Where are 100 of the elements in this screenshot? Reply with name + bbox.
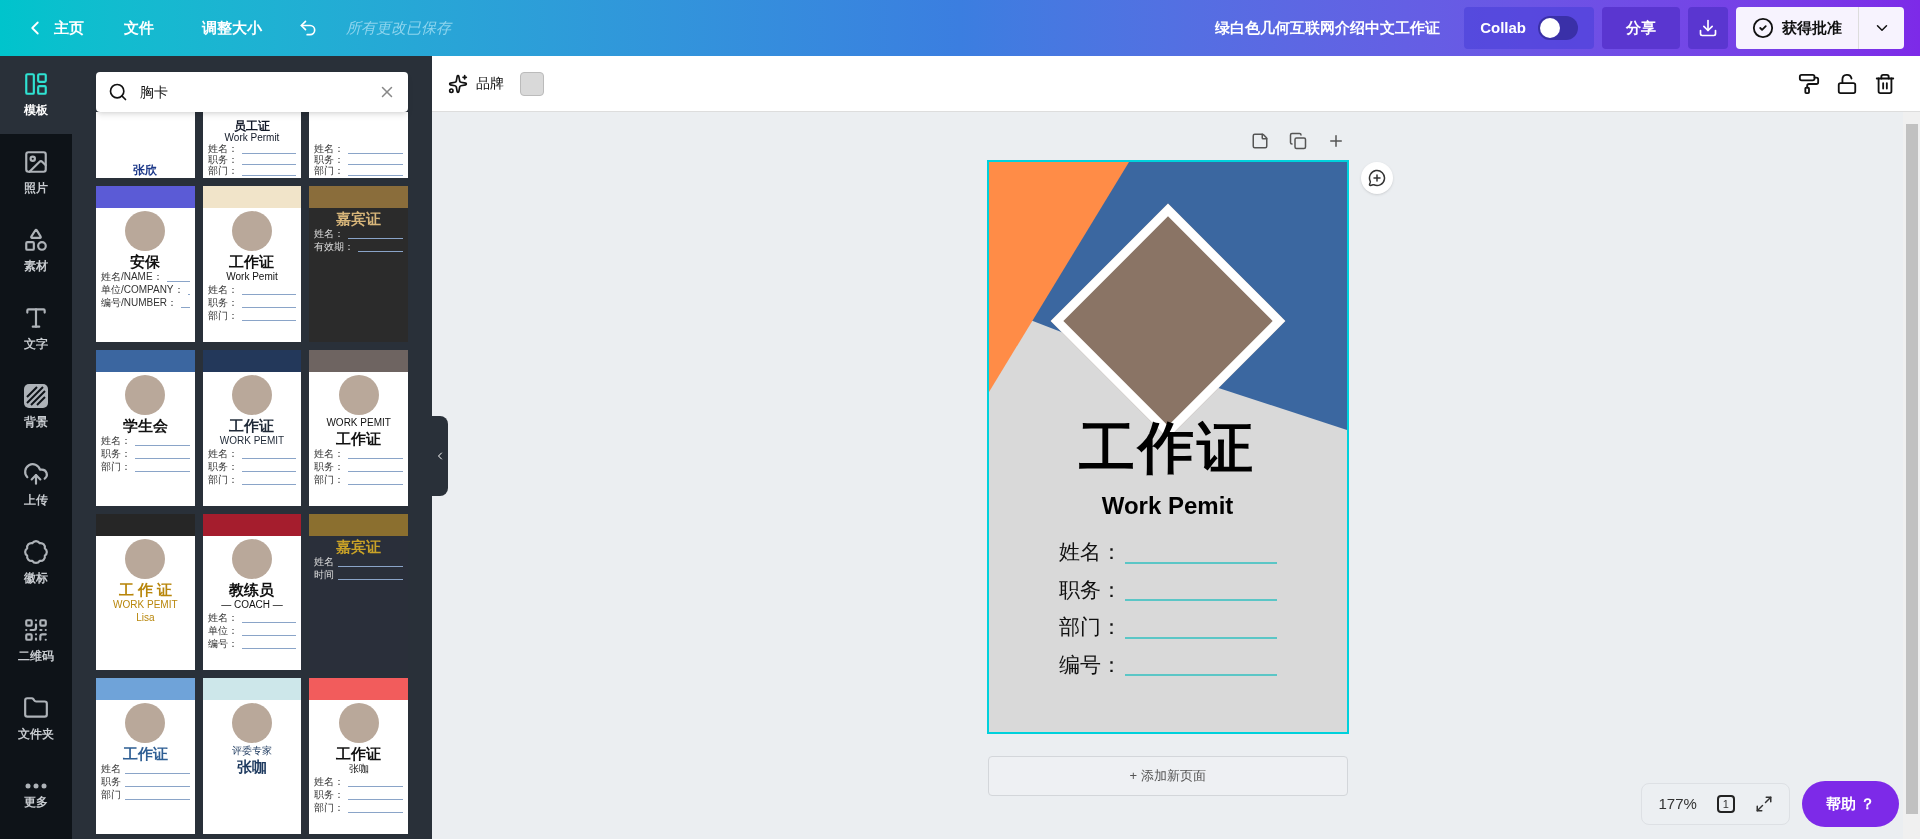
thumbnail-text: Lisa — [136, 613, 155, 623]
unlock-icon — [1836, 72, 1858, 95]
sidebar-item[interactable]: 文字 — [0, 290, 72, 368]
thumbnail-field-label: 姓名 — [314, 557, 335, 567]
upload-icon — [23, 461, 49, 487]
document-title: 绿白色几何互联网介绍中文工作证 — [1215, 17, 1441, 38]
thumbnail-field-label: 部门： — [207, 166, 238, 176]
thumbnail-field-label: 部门： — [207, 311, 238, 321]
thumbnail-field-label: 职务： — [314, 155, 345, 165]
sidebar-item[interactable]: 模板 — [0, 56, 72, 134]
id-card-design[interactable]: 工作证 Work Pemit 姓名： 职务： 部门： 编号： — [986, 160, 1349, 734]
download-icon — [1698, 18, 1718, 38]
fullscreen-icon — [1754, 795, 1773, 813]
template-thumbnail[interactable]: WORK PEMIT 工作证 姓名： 职务： 部门： — [309, 350, 408, 506]
copy-icon — [1288, 132, 1307, 150]
thumbnail-text: WORK PEMIT — [113, 600, 178, 610]
zoom-level[interactable]: 177% — [1658, 792, 1697, 816]
thumbnail-text: 工作证 — [229, 418, 275, 433]
sparkles-icon — [448, 73, 468, 94]
sidebar-item[interactable]: 上传 — [0, 446, 72, 524]
vertical-scrollbar[interactable] — [1903, 112, 1920, 839]
download-button[interactable] — [1688, 7, 1728, 49]
sidebar-item[interactable]: 素材 — [0, 212, 72, 290]
card-title: 工作证 — [1079, 420, 1256, 476]
stripes-icon — [23, 383, 49, 409]
template-thumbnail[interactable]: 员工证 Work Permit 姓名： 职务： 部门： — [202, 112, 302, 178]
sidebar-item[interactable]: 更多 — [0, 758, 72, 836]
sidebar-item[interactable]: 照片 — [0, 134, 72, 212]
approval-button[interactable]: 获得批准 — [1736, 7, 1904, 49]
sidebar-item[interactable]: 二维码 — [0, 602, 72, 680]
note-icon — [1250, 132, 1269, 150]
thumbnail-text: 张咖 — [348, 764, 369, 774]
template-thumbnail[interactable]: 工作证 Work Pemit 姓名： 职务： 部门： — [202, 186, 302, 342]
add-page-button[interactable]: + 添加新页面 — [987, 756, 1348, 796]
thumbnail-field-label: 姓名： — [100, 436, 131, 446]
thumbnail-text: 工作证 — [336, 431, 382, 446]
sidebar-item[interactable]: 背景 — [0, 368, 72, 446]
thumbnail-field-label: 职务： — [314, 462, 345, 472]
card-field-label: 职务： — [1058, 576, 1117, 603]
template-thumbnail[interactable]: 教练员 — COACH — 姓名： 单位： 编号： — [202, 514, 302, 670]
thumbnail-text: 工作证 — [229, 254, 275, 269]
collab-toggle[interactable] — [1538, 16, 1578, 40]
sidebar-item[interactable]: 徽标 — [0, 524, 72, 602]
thumbnail-text: 工作证 — [336, 746, 382, 761]
undo-icon — [298, 18, 318, 38]
thumbnail-field-label: 姓名/NAME： — [100, 272, 163, 282]
thumbnail-field-label: 单位： — [207, 626, 238, 636]
template-thumbnail[interactable]: 工作证 姓名 职务 部门 — [96, 678, 195, 834]
thumbnail-field-label: 有效期： — [314, 242, 355, 252]
card-field-label: 部门： — [1058, 614, 1117, 640]
thumbnail-text: WORK PEMIT — [219, 436, 285, 446]
thumbnail-field-label: 单位/COMPANY： — [100, 285, 184, 295]
thumbnail-text: 嘉宾证 — [336, 211, 382, 226]
thumbnail-text: 工 作 证 — [118, 582, 172, 597]
help-button[interactable]: 帮助 ？ — [1801, 781, 1899, 827]
thumbnail-field-label: 部门： — [100, 462, 131, 472]
thumbnail-field-label: 职务： — [314, 790, 345, 800]
color-swatch[interactable] — [520, 71, 544, 96]
thumbnail-field-label: 时间 — [314, 570, 335, 580]
search-icon — [108, 82, 128, 102]
shapes-icon — [23, 227, 49, 253]
template-thumbnail[interactable]: 学生会 姓名： 职务： 部门： — [96, 350, 195, 506]
card-subtitle: Work Pemit — [1101, 491, 1234, 521]
thumbnail-field-label: 姓名： — [207, 613, 238, 623]
check-circle-icon — [1752, 17, 1774, 39]
template-thumbnail[interactable]: 安保 姓名/NAME： 单位/COMPANY： 编号/NUMBER： — [96, 186, 195, 342]
search-value: 胸卡 — [140, 82, 169, 102]
brand-button[interactable]: 品牌 — [448, 73, 504, 94]
template-icon — [23, 71, 49, 97]
image-icon — [23, 149, 49, 175]
template-thumbnail[interactable]: 张欣 — [96, 112, 195, 178]
template-thumbnail[interactable]: 姓名： 职务： 部门： — [309, 112, 408, 178]
thumbnail-text: 评委专家 — [232, 746, 272, 756]
template-thumbnail[interactable]: 嘉宾证 姓名： 有效期： — [309, 186, 408, 342]
thumbnail-text: Work Permit — [224, 133, 280, 143]
save-status: 所有更改已保存 — [346, 17, 451, 38]
thumbnail-text: 工作证 — [122, 746, 168, 761]
thumbnail-field-label: 编号/NUMBER： — [100, 298, 178, 308]
thumbnail-text: — COACH — — [221, 600, 283, 610]
page-count[interactable]: 1 — [1716, 795, 1735, 813]
card-field-label: 姓名： — [1058, 539, 1117, 565]
thumbnail-field-label: 职务： — [207, 462, 238, 472]
share-button[interactable]: 分享 — [1602, 7, 1680, 49]
thumbnail-text: 教练员 — [229, 582, 275, 597]
thumbnail-field-label: 编号： — [207, 639, 238, 649]
thumbnail-text: Work Pemit — [226, 272, 278, 282]
template-thumbnail[interactable]: 工 作 证 WORK PEMIT Lisa — [96, 514, 195, 670]
collab-button[interactable]: Collab — [1464, 7, 1594, 49]
collapse-panel-button[interactable] — [432, 416, 448, 496]
thumbnail-field-label: 职务： — [207, 298, 238, 308]
thumbnail-field-label: 姓名 — [100, 764, 121, 774]
thumbnail-text: 学生会 — [122, 418, 168, 433]
template-thumbnail[interactable]: 工作证 张咖 姓名： 职务： 部门： — [309, 678, 408, 834]
template-thumbnail[interactable]: 工作证 WORK PEMIT 姓名： 职务： 部门： — [202, 350, 302, 506]
thumbnail-field-label: 部门： — [314, 166, 345, 176]
thumbnail-field-label: 姓名： — [207, 449, 238, 459]
add-comment-button[interactable] — [1360, 162, 1393, 194]
template-thumbnail[interactable]: 评委专家 张咖 — [202, 678, 302, 834]
sidebar-item[interactable]: 文件夹 — [0, 680, 72, 758]
search-field[interactable]: 胸卡 — [96, 72, 408, 112]
